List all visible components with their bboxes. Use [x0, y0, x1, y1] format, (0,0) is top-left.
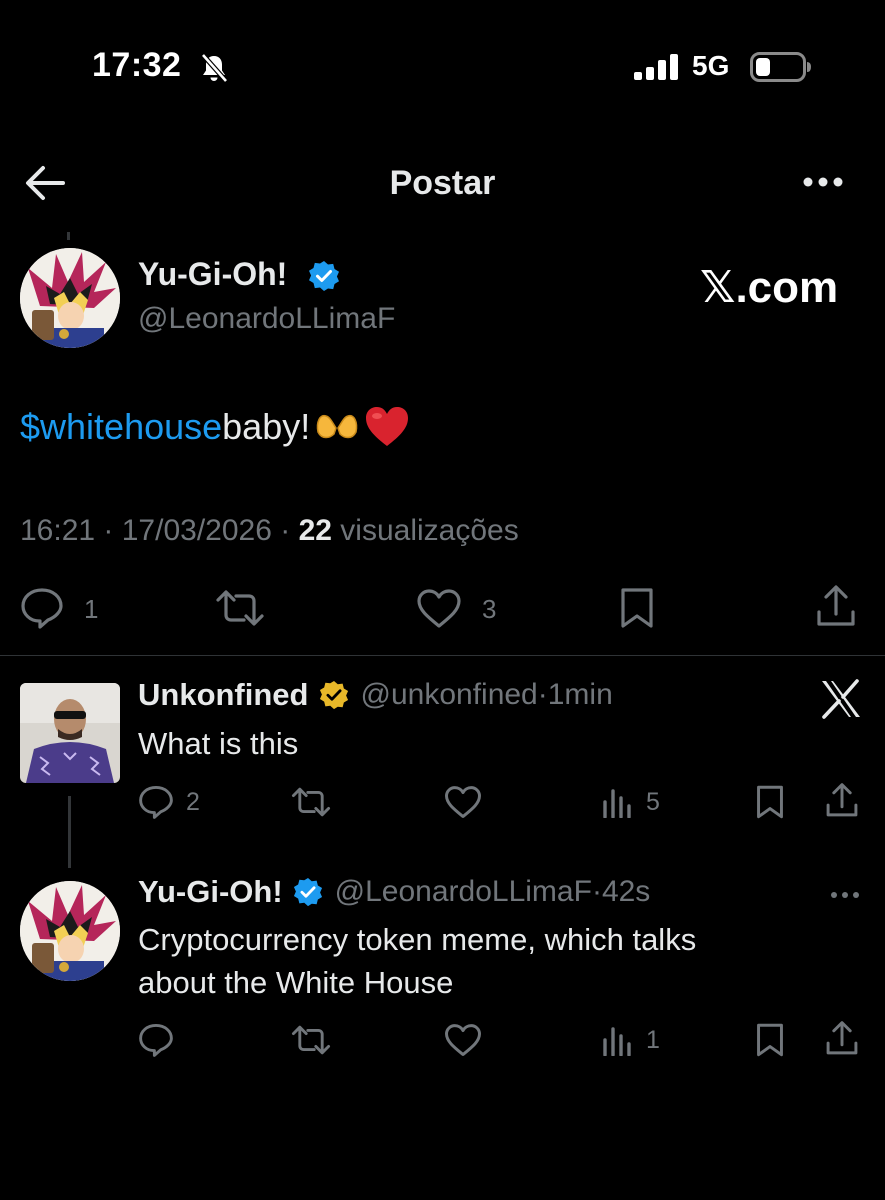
author-handle[interactable]: @LeonardoLLimaF	[335, 875, 592, 909]
reply-button[interactable]	[20, 587, 64, 629]
like-icon	[445, 786, 481, 819]
x-logo-icon	[820, 679, 862, 719]
avatar[interactable]	[20, 683, 120, 783]
network-type: 5G	[692, 50, 730, 81]
reply-button[interactable]	[138, 785, 174, 819]
status-time: 17:32	[92, 46, 182, 84]
bookmark-button[interactable]	[754, 784, 786, 820]
repost-button[interactable]	[290, 1024, 332, 1056]
repost-icon	[291, 1025, 331, 1055]
more-icon[interactable]	[830, 890, 860, 900]
view-count: 1	[646, 1026, 660, 1054]
back-arrow-icon[interactable]	[24, 164, 66, 202]
author-handle[interactable]: @unkonfined	[361, 678, 538, 712]
like-button[interactable]	[444, 1024, 482, 1057]
like-icon	[417, 589, 461, 628]
reply-age[interactable]: 42s	[602, 875, 650, 909]
author-handle[interactable]: @LeonardoLLimaF	[138, 302, 395, 336]
bookmark-icon	[757, 1023, 783, 1057]
share-button[interactable]	[824, 1020, 860, 1058]
bookmark-icon	[757, 785, 783, 819]
like-icon	[445, 1024, 481, 1057]
views-button[interactable]	[602, 788, 634, 818]
views-label: visualizações	[340, 514, 519, 547]
repost-icon	[216, 590, 264, 626]
battery-icon	[750, 52, 812, 82]
views-icon	[603, 1027, 631, 1056]
reply-icon	[139, 1023, 173, 1057]
reply-header: Yu-Gi-Oh! @LeonardoLLimaF · 42s	[138, 874, 650, 910]
avatar[interactable]	[20, 248, 120, 348]
share-icon	[826, 1021, 858, 1055]
post-text-body: baby!	[222, 406, 311, 447]
heart-hands-emoji	[314, 410, 360, 444]
author-name[interactable]: Unkonfined	[138, 677, 309, 713]
thread-connector	[67, 232, 70, 240]
thread-connector	[68, 796, 71, 868]
cashtag-link[interactable]: $whitehouse	[20, 406, 222, 448]
author-name[interactable]: Yu-Gi-Oh!	[138, 874, 283, 910]
views-icon	[603, 789, 631, 818]
repost-button[interactable]	[214, 588, 266, 628]
reply-count: 2	[186, 788, 200, 816]
reply-text: Cryptocurrency token meme, which talks a…	[138, 918, 696, 1004]
signal-icon	[634, 54, 680, 80]
views-button[interactable]	[602, 1026, 634, 1056]
more-icon[interactable]	[802, 175, 844, 189]
meta-separator: ·	[537, 678, 548, 711]
meta-separator: ·	[280, 514, 299, 547]
reply-age[interactable]: 1min	[548, 678, 613, 712]
repost-button[interactable]	[290, 786, 332, 818]
bookmark-button[interactable]	[618, 586, 656, 630]
share-button[interactable]	[824, 782, 860, 820]
view-count: 5	[646, 788, 660, 816]
post-meta: 16:21 · 17/03/2026 · 22 visualizações	[20, 514, 519, 548]
bell-off-icon	[198, 52, 230, 84]
bookmark-button[interactable]	[754, 1022, 786, 1058]
avatar[interactable]	[20, 881, 120, 981]
share-icon	[817, 585, 855, 626]
repost-icon	[291, 787, 331, 817]
verified-badge-icon	[319, 680, 349, 710]
reply-header: Unkonfined @unkonfined · 1min	[138, 677, 613, 713]
reply-button[interactable]	[138, 1023, 174, 1057]
meta-separator: ·	[103, 514, 122, 547]
reply-text-line: about the White House	[138, 965, 454, 1000]
share-icon	[826, 783, 858, 817]
reply-count: 1	[84, 594, 99, 624]
divider	[0, 655, 885, 656]
verified-badge-icon	[308, 260, 340, 292]
watermark: 𝕏.com	[700, 263, 839, 312]
share-button[interactable]	[814, 584, 858, 630]
author-name[interactable]: Yu-Gi-Oh!	[138, 256, 287, 293]
reply-text-line: Cryptocurrency token meme, which talks	[138, 922, 697, 957]
red-heart-emoji	[364, 406, 410, 448]
like-count: 3	[482, 594, 497, 624]
post-text: $whitehouse baby!	[20, 406, 410, 448]
like-button[interactable]	[416, 589, 462, 629]
bookmark-icon	[621, 588, 653, 628]
meta-separator: ·	[591, 875, 602, 908]
reply-icon	[139, 785, 173, 819]
like-button[interactable]	[444, 786, 482, 819]
post-time[interactable]: 16:21	[20, 514, 95, 547]
page-title: Postar	[389, 164, 496, 202]
post-date[interactable]: 17/03/2026	[122, 514, 272, 547]
reply-text: What is this	[138, 726, 299, 761]
view-count: 22	[298, 514, 332, 547]
reply-icon	[21, 588, 63, 629]
verified-badge-icon	[293, 877, 323, 907]
